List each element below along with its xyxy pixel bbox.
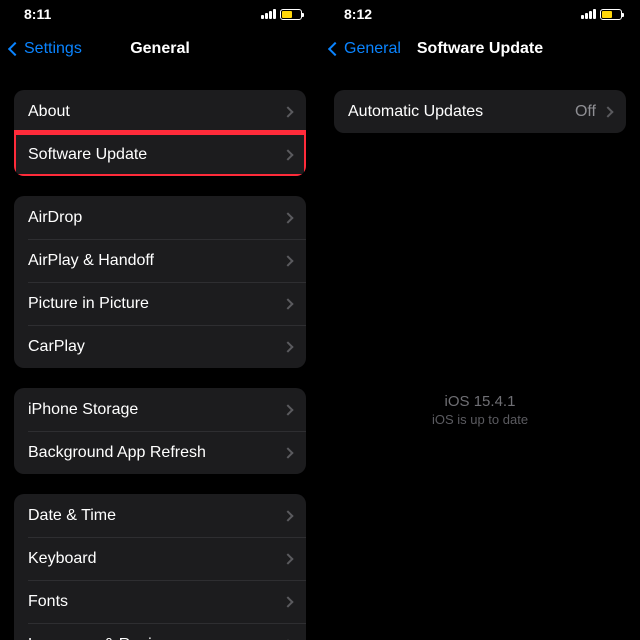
chevron-right-icon (602, 106, 613, 117)
battery-icon (600, 9, 622, 20)
group-storage: iPhone Storage Background App Refresh (14, 388, 306, 474)
chevron-right-icon (282, 510, 293, 521)
row-label: Language & Region (28, 636, 169, 640)
back-button[interactable]: Settings (10, 40, 82, 58)
general-content: About Software Update AirDrop AirPlay & … (0, 70, 320, 640)
group-airdrop: AirDrop AirPlay & Handoff Picture in Pic… (14, 196, 306, 368)
row-software-update[interactable]: Software Update (14, 133, 306, 176)
group-auto-updates: Automatic Updates Off (334, 90, 626, 133)
row-language-region[interactable]: Language & Region (14, 623, 306, 640)
row-iphone-storage[interactable]: iPhone Storage (14, 388, 306, 431)
row-label: Keyboard (28, 550, 97, 568)
chevron-right-icon (282, 149, 293, 160)
status-bar: 8:11 (0, 0, 320, 28)
row-date-time[interactable]: Date & Time (14, 494, 306, 537)
status-time: 8:11 (24, 6, 51, 22)
row-label: Date & Time (28, 507, 116, 525)
chevron-right-icon (282, 341, 293, 352)
chevron-right-icon (282, 596, 293, 607)
back-label: Settings (24, 40, 82, 58)
row-label: AirDrop (28, 209, 82, 227)
nav-bar: General Software Update (320, 28, 640, 70)
chevron-right-icon (282, 212, 293, 223)
group-locale: Date & Time Keyboard Fonts Language & Re… (14, 494, 306, 640)
chevron-right-icon (282, 298, 293, 309)
chevron-left-icon (328, 42, 342, 56)
row-about[interactable]: About (14, 90, 306, 133)
row-value: Off (575, 103, 596, 121)
chevron-right-icon (282, 553, 293, 564)
cellular-icon (261, 9, 276, 19)
row-label: Software Update (28, 146, 147, 164)
chevron-right-icon (282, 106, 293, 117)
row-carplay[interactable]: CarPlay (14, 325, 306, 368)
screen-general: 8:11 Settings General About Software Upd… (0, 0, 320, 640)
row-fonts[interactable]: Fonts (14, 580, 306, 623)
chevron-right-icon (282, 404, 293, 415)
back-label: General (344, 40, 401, 58)
row-keyboard[interactable]: Keyboard (14, 537, 306, 580)
row-label: Picture in Picture (28, 295, 149, 313)
status-right (261, 9, 302, 20)
row-airplay-handoff[interactable]: AirPlay & Handoff (14, 239, 306, 282)
row-label: AirPlay & Handoff (28, 252, 154, 270)
row-label: Automatic Updates (348, 103, 483, 121)
update-message: iOS is up to date (334, 412, 626, 427)
battery-icon (280, 9, 302, 20)
row-label: About (28, 103, 70, 121)
row-label: CarPlay (28, 338, 85, 356)
row-automatic-updates[interactable]: Automatic Updates Off (334, 90, 626, 133)
update-status: iOS 15.4.1 iOS is up to date (334, 393, 626, 427)
screen-software-update: 8:12 General Software Update Automatic U… (320, 0, 640, 640)
row-airdrop[interactable]: AirDrop (14, 196, 306, 239)
chevron-right-icon (282, 447, 293, 458)
row-background-app-refresh[interactable]: Background App Refresh (14, 431, 306, 474)
status-time: 8:12 (344, 6, 372, 22)
back-button[interactable]: General (330, 40, 401, 58)
status-bar: 8:12 (320, 0, 640, 28)
cellular-icon (581, 9, 596, 19)
status-right (581, 9, 622, 20)
row-label: Fonts (28, 593, 68, 611)
chevron-right-icon (282, 255, 293, 266)
row-label: Background App Refresh (28, 444, 206, 462)
ios-version: iOS 15.4.1 (334, 393, 626, 410)
group-about-update: About Software Update (14, 90, 306, 176)
row-label: iPhone Storage (28, 401, 138, 419)
row-picture-in-picture[interactable]: Picture in Picture (14, 282, 306, 325)
software-update-content: Automatic Updates Off iOS 15.4.1 iOS is … (320, 70, 640, 427)
nav-bar: Settings General (0, 28, 320, 70)
chevron-left-icon (8, 42, 22, 56)
